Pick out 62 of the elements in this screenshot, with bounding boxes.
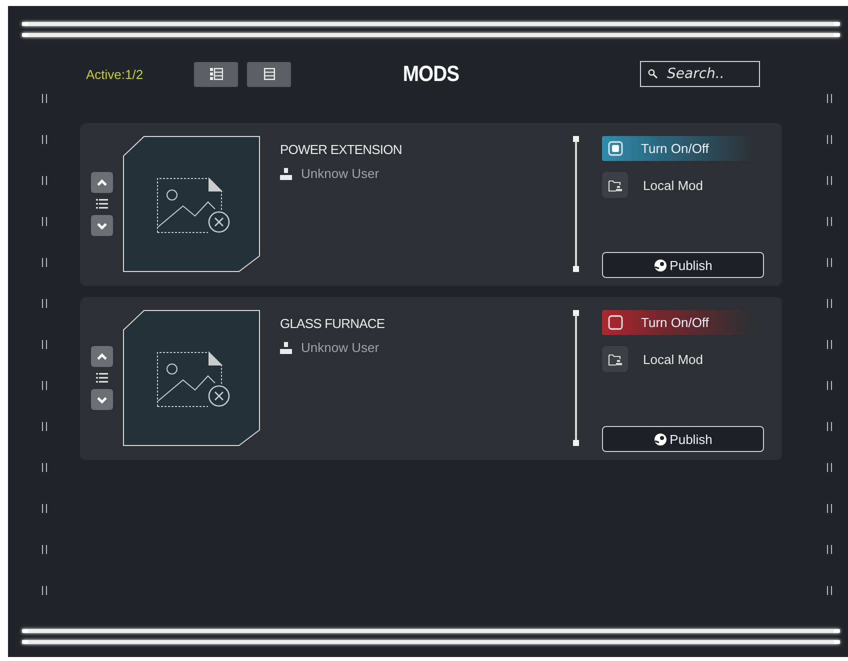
publish-button[interactable]: Publish — [602, 252, 764, 278]
rail-marker — [827, 135, 832, 144]
user-icon — [280, 168, 292, 180]
chevron-up-icon — [97, 352, 107, 360]
broken-image-icon — [157, 177, 230, 233]
rail-marker — [42, 258, 46, 267]
rail-marker — [827, 381, 832, 390]
disc-icon — [654, 258, 667, 272]
rail-marker — [827, 217, 832, 226]
mod-title: POWER EXTENSION — [280, 142, 403, 157]
rail-marker — [42, 299, 46, 308]
active-count: Active:1/2 — [85, 66, 144, 82]
rail-marker — [827, 586, 832, 595]
search-icon — [648, 69, 658, 79]
rows-icon — [264, 68, 274, 80]
list-view-icon — [210, 68, 222, 80]
rail-marker — [42, 217, 46, 226]
checkbox-icon — [608, 315, 623, 330]
rail-marker — [827, 299, 832, 308]
rail-marker — [42, 422, 46, 431]
move-down-button[interactable] — [91, 389, 113, 410]
rail-marker — [827, 176, 832, 185]
rail-marker — [827, 463, 832, 472]
rail-marker — [827, 422, 832, 431]
rail-marker — [42, 586, 46, 595]
rail-marker — [42, 504, 46, 513]
move-up-button[interactable] — [91, 172, 113, 193]
detail-view-button[interactable] — [194, 62, 238, 86]
rail-marker — [827, 504, 832, 513]
mod-title: GLASS FURNACE — [280, 316, 386, 331]
list-icon — [96, 373, 108, 383]
rail-marker — [42, 135, 46, 144]
list-icon — [96, 199, 108, 209]
rail-marker — [42, 381, 46, 390]
move-down-button[interactable] — [91, 215, 113, 236]
disc-icon — [654, 432, 667, 446]
broken-image-icon — [157, 351, 230, 407]
user-icon — [280, 342, 292, 354]
chevron-down-icon — [97, 396, 107, 404]
rail-marker — [42, 94, 46, 103]
move-up-button[interactable] — [91, 346, 113, 367]
source-label: Local Mod — [643, 352, 703, 366]
author-name: Unknow User — [301, 340, 380, 355]
search-field[interactable]: Search.. — [640, 61, 760, 87]
rail-marker — [827, 340, 832, 349]
source-label: Local Mod — [643, 178, 703, 192]
publish-button[interactable]: Publish — [602, 426, 764, 452]
chevron-up-icon — [97, 178, 107, 186]
author-name: Unknow User — [301, 166, 380, 181]
rail-marker — [42, 545, 46, 554]
rail-marker — [42, 463, 46, 472]
checkbox-icon — [608, 141, 623, 156]
compact-view-button[interactable] — [247, 62, 291, 86]
chevron-down-icon — [97, 222, 107, 230]
folder-icon — [602, 346, 628, 372]
folder-icon — [602, 172, 628, 198]
rail-marker — [42, 340, 46, 349]
rail-marker — [827, 545, 832, 554]
page-title: MODS — [402, 61, 460, 87]
rail-marker — [42, 176, 46, 185]
rail-marker — [827, 258, 832, 267]
rail-marker — [827, 94, 832, 103]
